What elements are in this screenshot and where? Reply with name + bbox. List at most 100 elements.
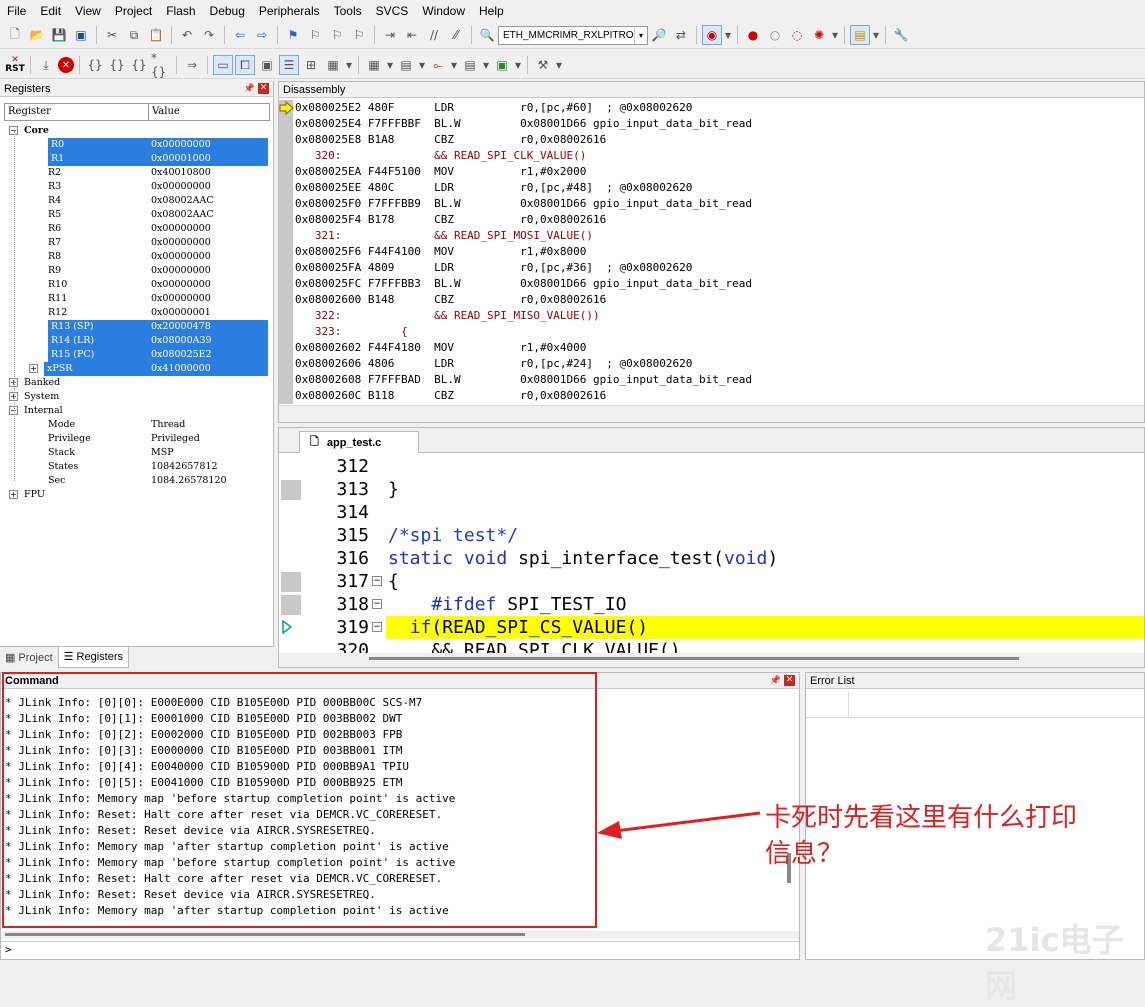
stop-icon[interactable]: ✕ (58, 57, 74, 73)
chevron-down-icon[interactable]: ▾ (450, 55, 458, 75)
register-value[interactable]: 0x00000000 (148, 292, 268, 306)
system-viewer-icon[interactable]: ▣ (492, 55, 512, 75)
disassembly-source-line[interactable]: 323: { (279, 324, 1144, 340)
target-combo[interactable]: ETH_MMCRIMR_RXLPITRO ▾ (498, 25, 648, 45)
expand-icon[interactable]: + (9, 490, 18, 499)
register-row[interactable]: R12 0x00000001 (4, 306, 270, 320)
find-icon[interactable]: 🔎 (649, 25, 669, 45)
disassembly-window-icon[interactable]: ⧠ (235, 55, 255, 75)
tab-registers[interactable]: ☰ Registers (57, 647, 129, 668)
menu-svcs[interactable]: SVCS (369, 0, 416, 22)
register-row[interactable]: R13 (SP) 0x20000478 (4, 320, 270, 334)
breakpoint-gutter[interactable] (281, 457, 301, 477)
register-row[interactable]: R1 0x00001000 (4, 152, 270, 166)
indent-icon[interactable]: ⇥ (380, 25, 400, 45)
register-value[interactable]: 0x00000000 (148, 180, 268, 194)
fold-toggle-icon[interactable]: − (372, 599, 382, 609)
gutter-cell[interactable] (279, 372, 293, 388)
register-row[interactable]: R2 0x40010800 (4, 166, 270, 180)
analysis-window-icon[interactable]: ⟜ (428, 55, 448, 75)
close-icon[interactable]: ✕ (784, 675, 795, 686)
breakpoint-gutter[interactable] (281, 480, 301, 500)
tab-app-test-c[interactable]: 🗋 app_test.c (299, 431, 419, 453)
menu-flash[interactable]: Flash (159, 0, 202, 22)
register-row[interactable]: R10 0x00000000 (4, 278, 270, 292)
register-value[interactable] (148, 404, 268, 418)
redo-icon[interactable]: ↷ (199, 25, 219, 45)
code-line[interactable]: 314 (279, 501, 1144, 524)
disassembly-line[interactable]: 0x080025F6 F44F4100 MOV r1,#0x8000 (279, 244, 1144, 260)
disassembly-horizontal-scrollbar[interactable] (279, 405, 1144, 422)
disassembly-line[interactable]: 0x080025E4 F7FFFBBF BL.W 0x08001D66 gpio… (279, 116, 1144, 132)
copy-icon[interactable]: ⧉ (124, 25, 144, 45)
breakpoint-gutter[interactable] (281, 572, 301, 592)
gutter-cell[interactable] (279, 180, 293, 196)
register-row[interactable]: R8 0x00000000 (4, 250, 270, 264)
register-value[interactable]: 0x00000000 (148, 222, 268, 236)
register-value[interactable]: 0x00000000 (148, 278, 268, 292)
register-value[interactable] (148, 488, 268, 502)
register-value[interactable] (148, 124, 268, 138)
register-value[interactable]: 10842657812 (148, 460, 268, 474)
code-line[interactable]: 315 /*spi test*/ (279, 524, 1144, 547)
run-icon[interactable]: ⤓ (36, 55, 56, 75)
chevron-down-icon[interactable]: ▾ (418, 55, 426, 75)
disassembly-source-line[interactable]: 322: && READ_SPI_MISO_VALUE()) (279, 308, 1144, 324)
step-out-icon[interactable]: {} (129, 55, 149, 75)
trace-window-icon[interactable]: ▤ (460, 55, 480, 75)
nav-forward-icon[interactable]: ⇨ (252, 25, 272, 45)
comment-icon[interactable]: // (424, 25, 444, 45)
register-value[interactable]: 0x41000000 (148, 362, 268, 376)
reset-button[interactable]: ✕ RST (5, 55, 25, 75)
run-to-cursor-icon[interactable]: *{} (151, 51, 171, 79)
nav-back-icon[interactable]: ⇦ (230, 25, 250, 45)
chevron-down-icon[interactable]: ▾ (386, 55, 394, 75)
register-row[interactable]: R15 (PC) 0x080025E2 (4, 348, 270, 362)
register-value[interactable]: 1084.26578120 (148, 474, 268, 488)
uncomment-icon[interactable]: ⁄⁄ (446, 25, 466, 45)
memory-window-icon[interactable]: ▦ (364, 55, 384, 75)
bookmark-next-icon[interactable]: ⚐ (327, 25, 347, 45)
register-row[interactable]: R7 0x00000000 (4, 236, 270, 250)
step-into-icon[interactable]: {} (85, 55, 105, 75)
command-input[interactable]: > (1, 941, 799, 959)
gutter-cell[interactable] (279, 276, 293, 292)
disassembly-listing[interactable]: 0x080025E2 480F LDR r0,[pc,#60] ; @0x080… (279, 100, 1144, 406)
register-row[interactable]: R0 0x00000000 (4, 138, 270, 152)
bookmark-clear-icon[interactable]: ⚐ (349, 25, 369, 45)
gutter-cell[interactable] (279, 244, 293, 260)
code-line[interactable]: 318− #ifdef SPI_TEST_IO (279, 593, 1144, 616)
breakpoint-enable-icon[interactable]: ○ (765, 25, 785, 45)
gutter-cell[interactable] (279, 132, 293, 148)
register-row[interactable]: Privilege Privileged (4, 432, 270, 446)
register-row[interactable]: + xPSR 0x41000000 (4, 362, 270, 376)
gutter-cell[interactable] (279, 260, 293, 276)
register-row[interactable]: R14 (LR) 0x08000A39 (4, 334, 270, 348)
step-over-icon[interactable]: {} (107, 55, 127, 75)
menu-tools[interactable]: Tools (327, 0, 369, 22)
bookmark-icon[interactable]: ⚑ (283, 25, 303, 45)
chevron-down-icon[interactable]: ▾ (482, 55, 490, 75)
breakpoint-kill-all-icon[interactable]: ✺ (809, 25, 829, 45)
register-row[interactable]: R4 0x08002AAC (4, 194, 270, 208)
debug-session-icon[interactable]: ◉ (702, 25, 722, 45)
column-value[interactable]: Value (149, 104, 269, 120)
disassembly-line[interactable]: 0x08002602 F44F4180 MOV r1,#0x4000 (279, 340, 1144, 356)
register-row[interactable]: R3 0x00000000 (4, 180, 270, 194)
unindent-icon[interactable]: ⇤ (402, 25, 422, 45)
register-value[interactable]: 0x00000000 (148, 138, 268, 152)
register-row[interactable]: + FPU (4, 488, 270, 502)
register-value[interactable]: 0x00000000 (148, 264, 268, 278)
watch-window-icon[interactable]: ▦ (323, 55, 343, 75)
register-value[interactable]: Thread (148, 418, 268, 432)
register-row[interactable]: − Internal (4, 404, 270, 418)
code-line[interactable]: 313} (279, 478, 1144, 501)
current-line-arrow-icon[interactable] (281, 618, 301, 638)
save-icon[interactable]: 💾 (49, 25, 69, 45)
pin-icon[interactable]: 📌 (770, 673, 781, 689)
menu-project[interactable]: Project (108, 0, 159, 22)
gutter-cell[interactable] (279, 324, 293, 340)
chevron-down-icon[interactable]: ▾ (555, 55, 563, 75)
expand-icon[interactable]: + (29, 364, 38, 373)
window-layout-icon[interactable]: ▤ (850, 25, 870, 45)
